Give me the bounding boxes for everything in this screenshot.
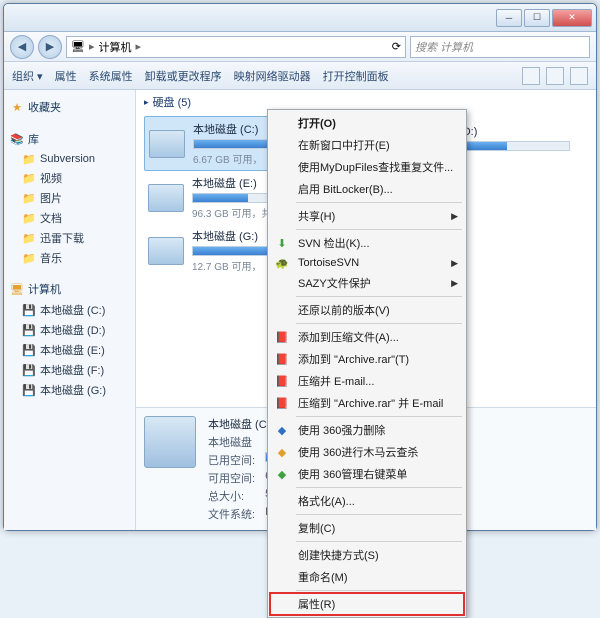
context-menu-item[interactable]: 还原以前的版本(V) — [270, 299, 464, 321]
context-menu-item[interactable]: 复制(C) — [270, 517, 464, 539]
context-menu-item[interactable]: 共享(H)▶ — [270, 205, 464, 227]
library-icon: 📚 — [10, 132, 24, 146]
organize-menu[interactable]: 组织 ▾ — [12, 68, 43, 84]
sidebar-item-library[interactable]: 📁迅雷下载 — [8, 228, 131, 248]
sidebar-item-library[interactable]: 📁Subversion — [8, 150, 131, 168]
drive-icon: 💾 — [22, 303, 36, 317]
sidebar-item-drive[interactable]: 💾本地磁盘 (E:) — [8, 340, 131, 360]
search-input[interactable]: 搜索 计算机 — [410, 36, 590, 58]
computer-icon: 🖥 — [71, 40, 85, 53]
drive-icon: 💾 — [22, 363, 36, 377]
toolbar: 组织 ▾ 属性 系统属性 卸载或更改程序 映射网络驱动器 打开控制面板 — [4, 62, 596, 90]
folder-icon: 📁 — [22, 211, 36, 225]
folder-icon: 📁 — [22, 191, 36, 205]
folder-icon: 📁 — [22, 231, 36, 245]
context-menu-item[interactable]: SAZY文件保护▶ — [270, 272, 464, 294]
computer-icon: 🖥 — [10, 282, 24, 296]
folder-icon: 📁 — [22, 171, 36, 185]
system-button[interactable]: 系统属性 — [89, 68, 133, 84]
back-button[interactable]: ◀ — [10, 35, 34, 59]
star-icon: ★ — [10, 100, 24, 114]
menu-item-icon: 📕 — [274, 395, 290, 411]
sidebar-item-drive[interactable]: 💾本地磁盘 (F:) — [8, 360, 131, 380]
context-menu-item[interactable]: 在新窗口中打开(E) — [270, 134, 464, 156]
mapdrive-button[interactable]: 映射网络驱动器 — [234, 68, 311, 84]
context-menu-item[interactable]: 📕添加到 "Archive.rar"(T) — [270, 348, 464, 370]
sidebar-item-library[interactable]: 📁文档 — [8, 208, 131, 228]
titlebar[interactable]: ─ ☐ ✕ — [4, 4, 596, 32]
context-menu-item[interactable]: ◆使用 360强力删除 — [270, 419, 464, 441]
sidebar-item-library[interactable]: 📁视频 — [8, 168, 131, 188]
folder-icon: 📁 — [22, 152, 36, 166]
context-menu-item[interactable]: 📕压缩并 E-mail... — [270, 370, 464, 392]
drive-icon — [148, 184, 184, 212]
menu-item-icon: 📕 — [274, 329, 290, 345]
context-menu-item[interactable]: ◆使用 360进行木马云查杀 — [270, 441, 464, 463]
drive-icon — [148, 237, 184, 265]
context-menu-item[interactable]: 使用MyDupFiles查找重复文件... — [270, 156, 464, 178]
sidebar: ★收藏夹 📚库 📁Subversion📁视频📁图片📁文档📁迅雷下载📁音乐 🖥计算… — [4, 90, 136, 530]
submenu-arrow-icon: ▶ — [451, 211, 458, 222]
computer-group[interactable]: 🖥计算机 — [8, 278, 131, 300]
folder-icon: 📁 — [22, 251, 36, 265]
drive-icon: 💾 — [22, 383, 36, 397]
context-menu-item[interactable]: 📕压缩到 "Archive.rar" 并 E-mail — [270, 392, 464, 414]
submenu-arrow-icon: ▶ — [451, 278, 458, 289]
context-menu-item[interactable]: 重命名(M) — [270, 566, 464, 588]
context-menu-item[interactable]: 属性(R) — [270, 593, 464, 615]
drive-icon — [149, 130, 185, 158]
close-button[interactable]: ✕ — [552, 9, 592, 27]
context-menu-item[interactable]: 打开(O) — [270, 112, 464, 134]
menu-item-icon: 🐢 — [274, 255, 290, 271]
address-bar[interactable]: 🖥 ▸ 计算机 ▸ ⟳ — [66, 36, 406, 58]
context-menu-item[interactable]: ⬇SVN 检出(K)... — [270, 232, 464, 254]
explorer-window: ─ ☐ ✕ ◀ ▶ 🖥 ▸ 计算机 ▸ ⟳ 搜索 计算机 组织 ▾ 属性 系统属… — [3, 3, 597, 531]
breadcrumb[interactable]: 计算机 — [99, 39, 132, 55]
context-menu: 打开(O)在新窗口中打开(E)使用MyDupFiles查找重复文件...启用 B… — [267, 109, 467, 618]
menu-item-icon: 📕 — [274, 351, 290, 367]
context-menu-item[interactable]: 格式化(A)... — [270, 490, 464, 512]
forward-button[interactable]: ▶ — [38, 35, 62, 59]
drive-icon: 💾 — [22, 323, 36, 337]
menu-item-icon: ◆ — [274, 444, 290, 460]
properties-button[interactable]: 属性 — [55, 68, 77, 84]
help-icon[interactable] — [570, 67, 588, 85]
sidebar-item-library[interactable]: 📁图片 — [8, 188, 131, 208]
sidebar-item-drive[interactable]: 💾本地磁盘 (D:) — [8, 320, 131, 340]
sidebar-item-drive[interactable]: 💾本地磁盘 (G:) — [8, 380, 131, 400]
submenu-arrow-icon: ▶ — [451, 258, 458, 269]
context-menu-item[interactable]: 启用 BitLocker(B)... — [270, 178, 464, 200]
context-menu-item[interactable]: 🐢TortoiseSVN▶ — [270, 254, 464, 272]
sidebar-item-library[interactable]: 📁音乐 — [8, 248, 131, 268]
sidebar-item-drive[interactable]: 💾本地磁盘 (C:) — [8, 300, 131, 320]
menu-item-icon: ◆ — [274, 466, 290, 482]
view-icon[interactable] — [522, 67, 540, 85]
drive-large-icon — [144, 416, 196, 468]
refresh-icon[interactable]: ⟳ — [392, 40, 401, 53]
drive-icon: 💾 — [22, 343, 36, 357]
uninstall-button[interactable]: 卸载或更改程序 — [145, 68, 222, 84]
menu-item-icon: ◆ — [274, 422, 290, 438]
menu-item-icon: 📕 — [274, 373, 290, 389]
maximize-button[interactable]: ☐ — [524, 9, 550, 27]
menu-item-icon: ⬇ — [274, 235, 290, 251]
minimize-button[interactable]: ─ — [496, 9, 522, 27]
navbar: ◀ ▶ 🖥 ▸ 计算机 ▸ ⟳ 搜索 计算机 — [4, 32, 596, 62]
context-menu-item[interactable]: 创建快捷方式(S) — [270, 544, 464, 566]
libraries-group[interactable]: 📚库 — [8, 128, 131, 150]
preview-icon[interactable] — [546, 67, 564, 85]
favorites-group[interactable]: ★收藏夹 — [8, 96, 131, 118]
context-menu-item[interactable]: 📕添加到压缩文件(A)... — [270, 326, 464, 348]
controlpanel-button[interactable]: 打开控制面板 — [323, 68, 389, 84]
context-menu-item[interactable]: ◆使用 360管理右键菜单 — [270, 463, 464, 485]
